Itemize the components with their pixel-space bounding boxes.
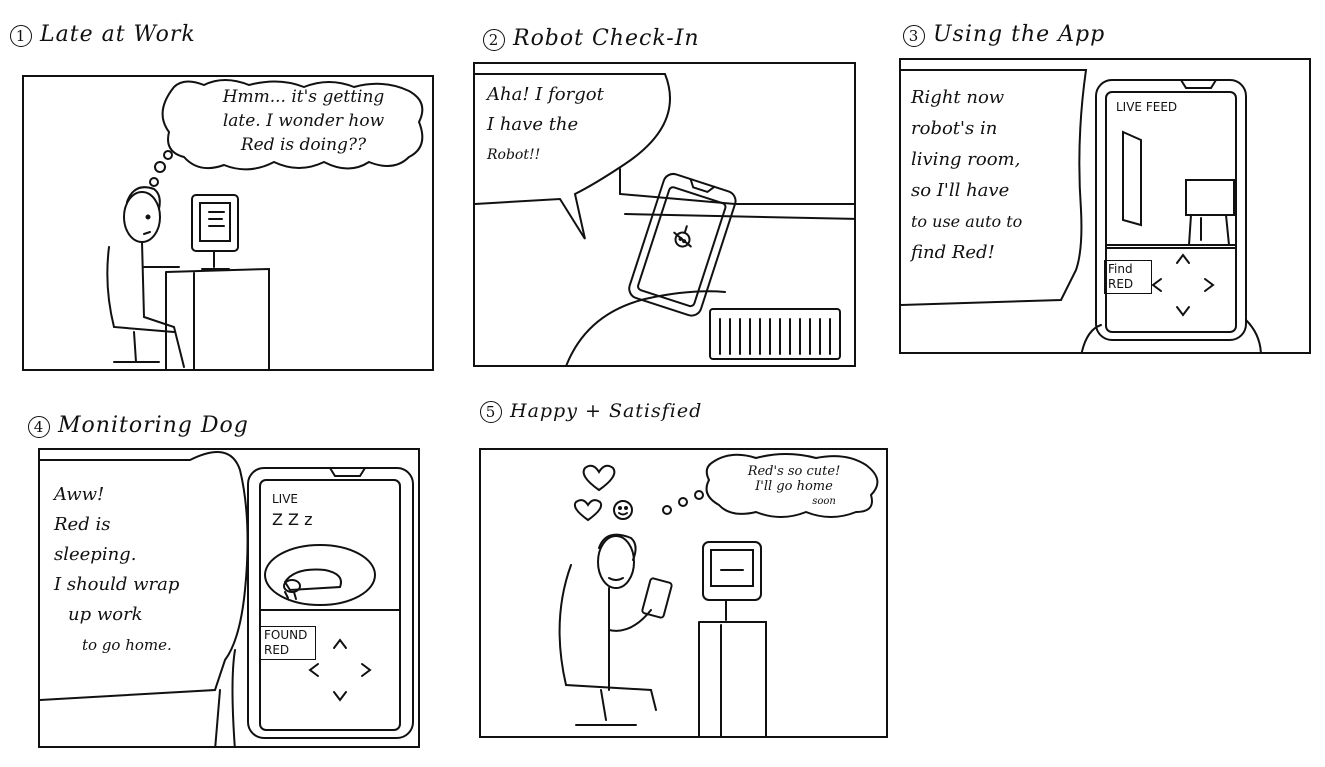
panel-2-title: 2 Robot Check-In bbox=[483, 26, 700, 51]
speech-line: robot's in bbox=[911, 118, 998, 139]
found-red-line-1: FOUND bbox=[264, 628, 308, 642]
speech-line: Robot!! bbox=[487, 147, 541, 163]
find-red-button[interactable]: Find RED bbox=[1104, 260, 1152, 294]
smiley-icon bbox=[613, 500, 633, 520]
speech-line: to use auto to bbox=[911, 212, 1023, 231]
panel-5-title: 5 Happy + Satisfied bbox=[480, 398, 702, 423]
panel-3-speech: Right now robot's in living room, so I'l… bbox=[911, 82, 1022, 268]
speech-line: Red's so cute! bbox=[747, 464, 841, 479]
sleep-zzz: Z Z z bbox=[272, 510, 313, 529]
panel-5-number: 5 bbox=[480, 401, 502, 423]
live-feed-label: LIVE FEED bbox=[1116, 100, 1178, 114]
panel-2: Aha! I forgot I have the Robot!! bbox=[473, 62, 856, 367]
find-red-line-2: RED bbox=[1108, 277, 1134, 291]
speech-line: Aha! I forgot bbox=[487, 84, 604, 105]
panel-3: Right now robot's in living room, so I'l… bbox=[899, 58, 1311, 354]
heart-icon bbox=[573, 499, 603, 522]
panel-1-title: 1 Late at Work bbox=[10, 22, 196, 47]
speech-line: late. I wonder how bbox=[222, 111, 385, 131]
speech-line: Red is bbox=[54, 514, 111, 535]
speech-line: Hmm... it's getting bbox=[222, 87, 385, 107]
panel-4: Aww! Red is sleeping. I should wrap up w… bbox=[38, 448, 420, 748]
panel-2-number: 2 bbox=[483, 29, 505, 51]
speech-line: up work bbox=[68, 604, 143, 625]
found-red-line-2: RED bbox=[264, 643, 290, 657]
live-label: LIVE bbox=[272, 492, 299, 506]
panel-4-title-text: Monitoring Dog bbox=[58, 413, 249, 438]
speech-line: I should wrap bbox=[54, 574, 180, 595]
panel-1-number: 1 bbox=[10, 25, 32, 47]
speech-line: Red is doing?? bbox=[240, 135, 367, 155]
speech-line: living room, bbox=[911, 149, 1021, 170]
panel-1: Hmm... it's getting late. I wonder how R… bbox=[22, 75, 434, 371]
speech-line: sleeping. bbox=[54, 544, 137, 565]
found-red-button[interactable]: FOUND RED bbox=[260, 626, 316, 660]
dpad-icon bbox=[308, 638, 372, 702]
speech-line: Aww! bbox=[54, 484, 105, 505]
panel-4-speech: Aww! Red is sleeping. I should wrap up w… bbox=[54, 480, 179, 660]
speech-line: I'll go home bbox=[755, 479, 833, 494]
dog-icon bbox=[283, 568, 342, 600]
speech-line: soon bbox=[812, 496, 836, 507]
panel-1-title-text: Late at Work bbox=[40, 22, 196, 47]
speech-line: find Red! bbox=[911, 242, 995, 263]
panel-5: Red's so cute! I'll go home soon bbox=[479, 448, 888, 738]
panel-3-title-text: Using the App bbox=[933, 22, 1106, 47]
heart-icon bbox=[582, 464, 616, 492]
phone-icon bbox=[641, 577, 673, 619]
panel-2-speech: Aha! I forgot I have the Robot!! bbox=[487, 80, 604, 170]
speech-line: Right now bbox=[911, 87, 1005, 108]
speech-line: to go home. bbox=[82, 636, 172, 654]
speech-line: so I'll have bbox=[911, 180, 1010, 201]
panel-1-speech: Hmm... it's getting late. I wonder how R… bbox=[186, 85, 421, 157]
speech-line: I have the bbox=[487, 114, 579, 135]
panel-5-title-text: Happy + Satisfied bbox=[510, 400, 703, 422]
panel-3-number: 3 bbox=[903, 25, 925, 47]
panel-2-title-text: Robot Check-In bbox=[513, 26, 700, 51]
panel-5-speech: Red's so cute! I'll go home soon bbox=[719, 464, 869, 509]
panel-3-title: 3 Using the App bbox=[903, 22, 1105, 47]
panel-4-number: 4 bbox=[28, 416, 50, 438]
panel-4-title: 4 Monitoring Dog bbox=[28, 413, 249, 438]
dog-bed bbox=[264, 544, 376, 606]
find-red-line-1: Find bbox=[1108, 262, 1133, 276]
robot-icon bbox=[673, 225, 692, 248]
dpad-icon bbox=[1151, 253, 1215, 317]
